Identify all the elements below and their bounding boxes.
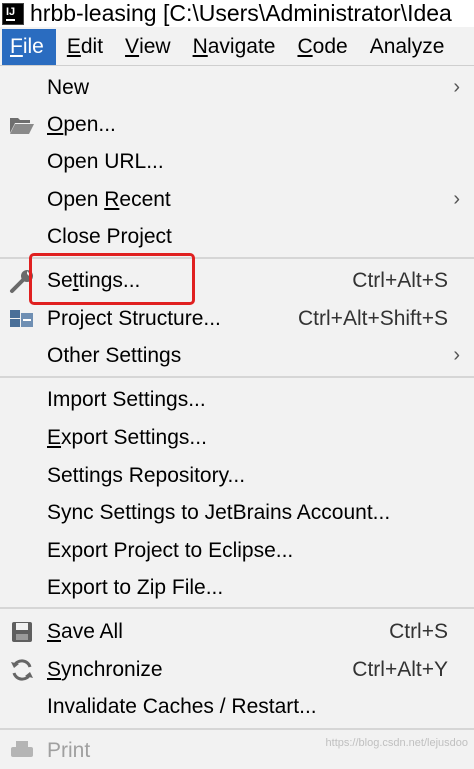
menu-item-settings[interactable]: Settings... Ctrl+Alt+S	[0, 262, 474, 299]
menu-item-label: Save All	[47, 619, 123, 643]
menu-item-invalidate-caches[interactable]: Invalidate Caches / Restart...	[0, 688, 474, 725]
menu-separator	[0, 728, 474, 730]
menu-item-label: Settings...	[47, 268, 141, 292]
window-title: hrbb-leasing [C:\Users\Administrator\Ide…	[30, 0, 452, 26]
menu-item-synchronize[interactable]: Synchronize Ctrl+Alt+Y	[0, 651, 474, 688]
menu-item-close-project[interactable]: Close Project	[0, 218, 474, 255]
menu-item-new[interactable]: New ›	[0, 69, 474, 106]
menu-item-save-all[interactable]: Save All Ctrl+S	[0, 613, 474, 650]
menu-item-label: Export to Zip File...	[47, 575, 224, 599]
menu-item-label: Print	[47, 738, 91, 762]
menu-item-export-zip[interactable]: Export to Zip File...	[0, 569, 474, 606]
watermark-text: https://blog.csdn.net/lejusdoo	[325, 737, 468, 749]
menu-item-label: New	[47, 75, 90, 99]
menu-item-settings-repository[interactable]: Settings Repository...	[0, 457, 474, 494]
menu-item-label: Export Settings...	[47, 425, 207, 449]
intellij-app-icon[interactable]: IJ	[2, 2, 24, 25]
menu-item-open[interactable]: Open...	[0, 106, 474, 143]
menu-item-open-url[interactable]: Open URL...	[0, 143, 474, 180]
submenu-arrow-icon: ›	[453, 188, 460, 210]
menu-item-label: Close Project	[47, 224, 172, 248]
menu-item-sync-settings[interactable]: Sync Settings to JetBrains Account...	[0, 494, 474, 531]
menu-item-label: Synchronize	[47, 657, 163, 681]
save-floppy-icon	[8, 618, 36, 646]
menu-item-export-eclipse[interactable]: Export Project to Eclipse...	[0, 532, 474, 569]
menu-separator	[0, 607, 474, 609]
shortcut-text: Ctrl+Alt+Y	[352, 657, 448, 681]
menu-item-other-settings[interactable]: Other Settings ›	[0, 337, 474, 374]
menu-bar: File Edit View Navigate Code Analyze	[0, 29, 474, 66]
submenu-arrow-icon: ›	[453, 344, 460, 366]
menu-separator	[0, 257, 474, 259]
menu-item-label: Project Structure...	[47, 306, 221, 330]
menu-item-label: Other Settings	[47, 343, 182, 367]
menu-view[interactable]: View	[114, 29, 182, 65]
submenu-arrow-icon: ›	[453, 76, 460, 98]
folder-open-icon	[8, 111, 36, 139]
file-menu-dropdown: New › Open... Open URL... Open Recent › …	[0, 66, 474, 762]
shortcut-text: Ctrl+Alt+S	[352, 268, 448, 292]
menu-item-label: Open...	[47, 112, 116, 136]
menu-item-label: Open Recent	[47, 187, 171, 211]
shortcut-text: Ctrl+Alt+Shift+S	[298, 306, 448, 330]
menu-item-label: Invalidate Caches / Restart...	[47, 694, 317, 718]
menu-item-import-settings[interactable]: Import Settings...	[0, 381, 474, 418]
title-bar: IJ hrbb-leasing [C:\Users\Administrator\…	[0, 0, 474, 27]
menu-separator	[0, 376, 474, 378]
menu-file[interactable]: File	[2, 29, 56, 65]
menu-item-project-structure[interactable]: Project Structure... Ctrl+Alt+Shift+S	[0, 300, 474, 337]
menu-item-open-recent[interactable]: Open Recent ›	[0, 181, 474, 218]
project-structure-icon	[8, 305, 36, 333]
menu-item-label: Open URL...	[47, 149, 164, 173]
menu-analyze[interactable]: Analyze	[359, 29, 456, 65]
synchronize-icon	[8, 656, 36, 684]
menu-code[interactable]: Code	[286, 29, 358, 65]
menu-edit[interactable]: Edit	[56, 29, 114, 65]
menu-item-label: Settings Repository...	[47, 463, 246, 487]
menu-item-label: Import Settings...	[47, 387, 206, 411]
menu-item-export-settings[interactable]: Export Settings...	[0, 419, 474, 456]
shortcut-text: Ctrl+S	[389, 619, 448, 643]
printer-icon	[8, 737, 36, 765]
menu-navigate[interactable]: Navigate	[182, 29, 287, 65]
wrench-icon	[8, 267, 36, 295]
menu-item-label: Export Project to Eclipse...	[47, 538, 294, 562]
menu-item-label: Sync Settings to JetBrains Account...	[47, 500, 391, 524]
